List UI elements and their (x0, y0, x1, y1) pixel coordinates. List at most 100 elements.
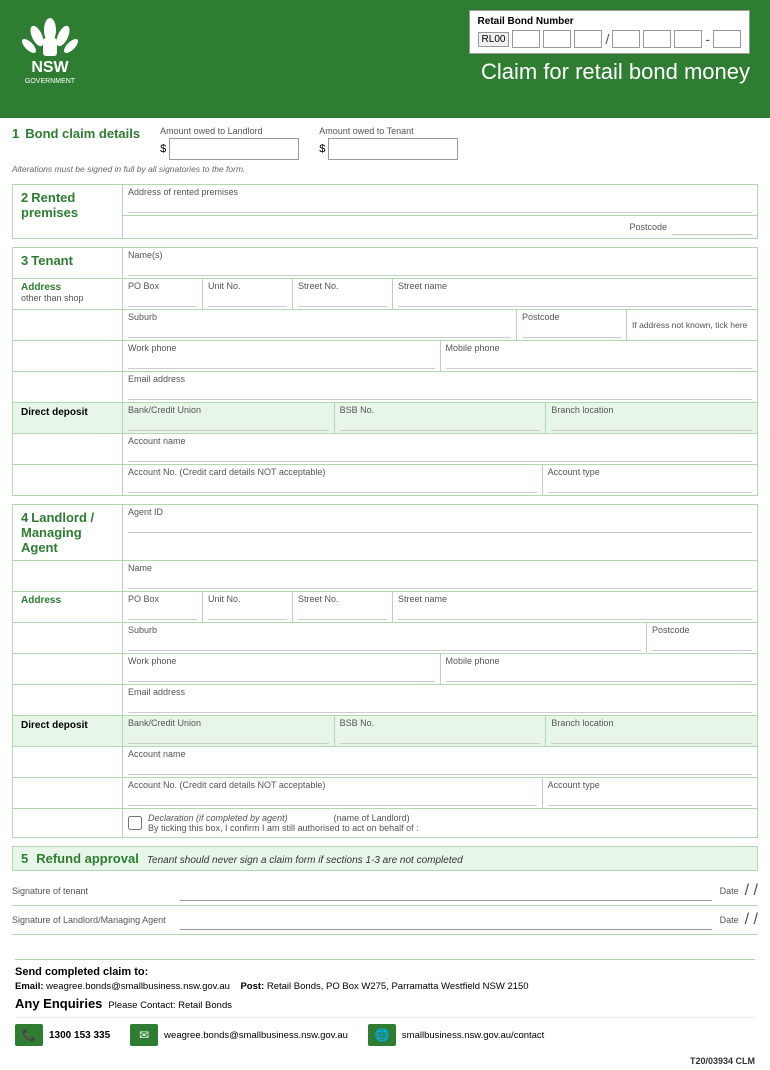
s4-street-name-input[interactable] (398, 604, 752, 620)
street-name-label: Street name (398, 281, 752, 291)
street-name-input[interactable] (398, 291, 752, 307)
unit-no-label: Unit No. (208, 281, 287, 291)
s4-street-no-input[interactable] (298, 604, 387, 620)
bond-sep: / (605, 31, 609, 47)
street-no-input[interactable] (298, 291, 387, 307)
s4-mobile-input[interactable] (446, 666, 753, 682)
s4-declaration-label: Declaration (if completed by agent) (148, 813, 288, 823)
s5-date-label-2: Date (720, 915, 739, 925)
amount-landlord-input[interactable] (169, 138, 299, 160)
send-title: Send completed claim to: (15, 966, 755, 978)
s3-address-label: Address (21, 282, 114, 293)
address-not-known-label: If address not known, tick here (632, 320, 747, 330)
s4-acct-no-input[interactable] (128, 790, 537, 806)
bond-field-1[interactable] (512, 30, 540, 48)
s4-suburb-input[interactable] (128, 635, 641, 651)
s3-bank-label: Bank/Credit Union (128, 405, 329, 415)
s4-bank-label: Bank/Credit Union (128, 718, 329, 728)
s4-acct-name-label: Account name (128, 749, 752, 759)
s3-suburb-input[interactable] (128, 322, 511, 338)
s4-po-box-input[interactable] (128, 604, 197, 620)
s5-sig-landlord-label: Signature of Landlord/Managing Agent (12, 915, 172, 925)
s4-branch-input[interactable] (551, 728, 752, 744)
header-title: Claim for retail bond money (481, 59, 750, 85)
contact-phone: 📞 1300 153 335 (15, 1024, 110, 1046)
email-label: Email: (15, 981, 44, 992)
s3-postcode-input[interactable] (522, 322, 621, 338)
s3-bank-input[interactable] (128, 415, 329, 431)
s3-branch-input[interactable] (551, 415, 752, 431)
s3-acct-type-input[interactable] (548, 477, 752, 493)
s4-agent-id-input[interactable] (128, 517, 752, 533)
bond-field-5[interactable] (643, 30, 671, 48)
section-1: 1 Bond claim details Amount owed to Land… (12, 126, 758, 174)
s4-email-input[interactable] (128, 697, 752, 713)
bond-field-6[interactable] (674, 30, 702, 48)
s4-declaration-checkbox[interactable] (128, 816, 142, 830)
s3-bsb-input[interactable] (340, 415, 541, 431)
section-4: 4 Landlord / Managing Agent Agent ID Nam… (12, 504, 758, 838)
s4-address-label: Address (21, 595, 114, 606)
enquiries-text: Please Contact: Retail Bonds (108, 1000, 232, 1011)
s5-title: Refund approval (36, 851, 139, 866)
phone-number: 1300 153 335 (49, 1030, 110, 1041)
enquiries-label: Any Enquiries (15, 996, 102, 1011)
s4-unit-no-input[interactable] (208, 604, 287, 620)
contact-web: 🌐 smallbusiness.nsw.gov.au/contact (368, 1024, 544, 1046)
s4-acct-type-input[interactable] (548, 790, 752, 806)
s2-postcode-input[interactable] (672, 219, 752, 235)
date-slash-2: / / (745, 911, 758, 929)
bond-field-2[interactable] (543, 30, 571, 48)
s4-work-phone-label: Work phone (128, 656, 435, 666)
form-body: 1 Bond claim details Amount owed to Land… (0, 118, 770, 951)
amount-tenant-label: Amount owed to Tenant (319, 126, 458, 136)
s3-mobile-input[interactable] (446, 353, 753, 369)
bond-field-3[interactable] (574, 30, 602, 48)
s2-address-input[interactable] (128, 197, 752, 213)
section-5: 5 Refund approval Tenant should never si… (12, 846, 758, 935)
footer-web: smallbusiness.nsw.gov.au/contact (402, 1030, 544, 1041)
bond-field-4[interactable] (612, 30, 640, 48)
s4-mobile-label: Mobile phone (446, 656, 753, 666)
s4-agent-id-label: Agent ID (128, 507, 752, 517)
s4-postcode-input[interactable] (652, 635, 752, 651)
s4-suburb-label: Suburb (128, 625, 641, 635)
s4-acct-name-input[interactable] (128, 759, 752, 775)
s3-acct-name-input[interactable] (128, 446, 752, 462)
s3-postcode-label: Postcode (522, 312, 621, 322)
s5-sig-tenant-label: Signature of tenant (12, 886, 172, 896)
bond-field-7[interactable] (713, 30, 741, 48)
s4-bsb-input[interactable] (340, 728, 541, 744)
s3-acct-no-label: Account No. (Credit card details NOT acc… (128, 467, 537, 477)
po-box-input[interactable] (128, 291, 197, 307)
bond-number-label: Retail Bond Number (478, 16, 741, 27)
s4-email-label: Email address (128, 687, 752, 697)
s4-branch-label: Branch location (551, 718, 752, 728)
s5-date-label-1: Date (720, 886, 739, 896)
s3-names-input[interactable] (128, 260, 752, 276)
s4-work-phone-input[interactable] (128, 666, 435, 682)
date-slash-1: / / (745, 882, 758, 900)
contact-email: ✉ weagree.bonds@smallbusiness.nsw.gov.au (130, 1024, 348, 1046)
s3-suburb-label: Suburb (128, 312, 511, 322)
s4-acct-type-label: Account type (548, 780, 752, 790)
svg-text:GOVERNMENT: GOVERNMENT (25, 78, 76, 85)
s3-email-input[interactable] (128, 384, 752, 400)
amount-landlord-label: Amount owed to Landlord (160, 126, 299, 136)
s3-work-phone-input[interactable] (128, 353, 435, 369)
amount-tenant-input[interactable] (328, 138, 458, 160)
s4-unit-no-label: Unit No. (208, 594, 287, 604)
post-value: Retail Bonds, PO Box W275, Parramatta We… (267, 981, 529, 992)
section-2: 2 Rented premises Address of rented prem… (12, 184, 758, 239)
s3-acct-no-input[interactable] (128, 477, 537, 493)
s4-name-input[interactable] (128, 573, 752, 589)
unit-no-input[interactable] (208, 291, 287, 307)
phone-icon: 📞 (15, 1024, 43, 1046)
section-3: 3 Tenant Name(s) Address other than shop… (12, 247, 758, 496)
post-label: Post: (240, 981, 264, 992)
s4-bank-input[interactable] (128, 728, 329, 744)
form-code: T20/03934 CLM (15, 1052, 755, 1066)
s3-title: Tenant (31, 253, 73, 268)
street-no-label: Street No. (298, 281, 387, 291)
s1-number: 1 (12, 126, 19, 141)
